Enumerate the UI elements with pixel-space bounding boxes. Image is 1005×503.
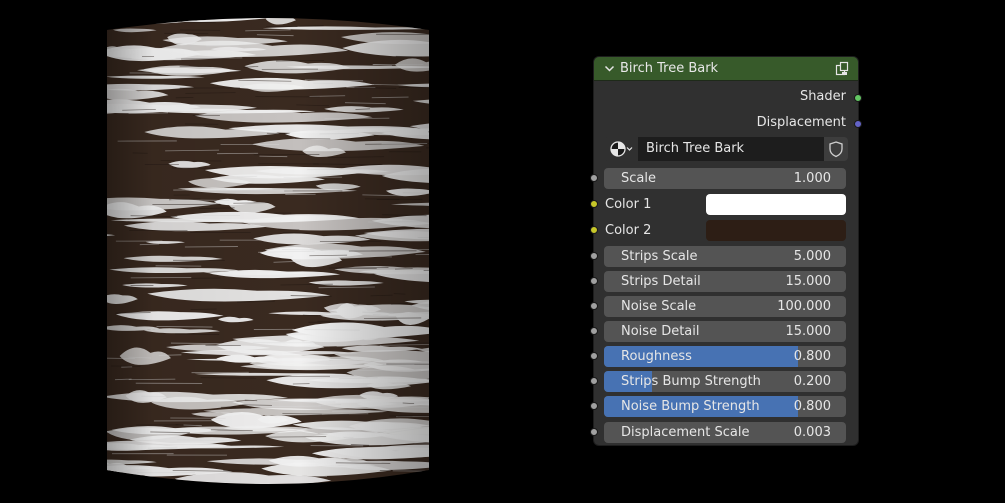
field-value: 15.000 — [785, 324, 832, 339]
fake-user-button[interactable] — [824, 137, 848, 161]
strips-detail-field[interactable]: Strips Detail 15.000 — [604, 271, 846, 292]
roughness-input-socket[interactable] — [590, 352, 598, 360]
scale-field[interactable]: Scale 1.000 — [604, 168, 846, 189]
color2-swatch[interactable] — [706, 220, 846, 241]
node-header[interactable]: Birch Tree Bark — [594, 57, 858, 81]
field-value: 0.003 — [793, 425, 831, 440]
output-shader: Shader — [800, 88, 846, 106]
shader-output-socket[interactable] — [854, 94, 862, 102]
bark-grain — [283, 13, 323, 14]
bark-strip — [365, 12, 432, 15]
strips-bump-input-socket[interactable] — [590, 377, 598, 385]
field-label: Noise Bump Strength — [621, 399, 760, 414]
material-name-field[interactable]: Birch Tree Bark — [638, 137, 824, 161]
scale-input-socket[interactable] — [590, 174, 598, 182]
noise-bump-slider[interactable]: Noise Bump Strength 0.800 — [604, 396, 846, 417]
field-value: 15.000 — [785, 274, 832, 289]
field-value: 0.800 — [793, 349, 831, 364]
browse-material-button[interactable] — [604, 137, 638, 161]
bark-strip — [153, 18, 197, 19]
noise-detail-field[interactable]: Noise Detail 15.000 — [604, 321, 846, 342]
shader-node[interactable]: Birch Tree Bark Shader Displacement Birc… — [590, 57, 862, 445]
field-label: Strips Detail — [621, 274, 701, 289]
noise-bump-input-socket[interactable] — [590, 402, 598, 410]
field-value: 0.800 — [793, 399, 831, 414]
noise-scale-field[interactable]: Noise Scale 100.000 — [604, 296, 846, 317]
field-label: Roughness — [621, 349, 692, 364]
material-datablock-selector[interactable]: Birch Tree Bark — [604, 137, 848, 161]
color2-row: Color 2 — [594, 220, 858, 241]
color-label: Color 1 — [605, 197, 652, 212]
node-group-icon[interactable] — [834, 61, 850, 77]
bark-grain — [303, 12, 352, 13]
node-title: Birch Tree Bark — [620, 61, 719, 76]
noise-detail-input-socket[interactable] — [590, 327, 598, 335]
bark-strip — [107, 483, 126, 484]
strips-bump-slider[interactable]: Strips Bump Strength 0.200 — [604, 371, 846, 392]
render-preview — [104, 12, 432, 490]
noise-scale-input-socket[interactable] — [590, 302, 598, 310]
roughness-slider[interactable]: Roughness 0.800 — [604, 346, 846, 367]
bark-strip — [137, 479, 169, 484]
bark-strip — [395, 12, 432, 15]
bark-strip — [104, 485, 191, 490]
output-label: Shader — [799, 89, 846, 104]
strips-scale-input-socket[interactable] — [590, 252, 598, 260]
color1-swatch[interactable] — [706, 194, 846, 215]
displacement-scale-input-socket[interactable] — [590, 428, 598, 436]
color-label: Color 2 — [605, 223, 652, 238]
color1-row: Color 1 — [594, 194, 858, 215]
field-label: Strips Bump Strength — [621, 374, 761, 389]
bark-grain — [369, 481, 392, 484]
chevron-down-icon[interactable] — [604, 63, 615, 74]
displacement-output-socket[interactable] — [854, 120, 862, 128]
strips-scale-field[interactable]: Strips Scale 5.000 — [604, 246, 846, 267]
strips-detail-input-socket[interactable] — [590, 277, 598, 285]
field-value: 1.000 — [793, 171, 831, 186]
output-label: Displacement — [756, 115, 846, 130]
material-sphere-icon — [610, 141, 633, 157]
field-label: Noise Detail — [621, 324, 700, 339]
shield-icon — [829, 141, 843, 158]
field-value: 0.200 — [793, 374, 831, 389]
field-label: Strips Scale — [621, 249, 698, 264]
field-label: Scale — [621, 171, 656, 186]
output-displacement: Displacement — [757, 114, 846, 132]
bark-cylinder-render — [104, 12, 432, 490]
field-value: 5.000 — [793, 249, 831, 264]
displacement-scale-field[interactable]: Displacement Scale 0.003 — [604, 422, 846, 443]
bark-strip — [259, 484, 311, 490]
field-label: Displacement Scale — [621, 425, 750, 440]
field-value: 100.000 — [777, 299, 831, 314]
field-label: Noise Scale — [621, 299, 697, 314]
